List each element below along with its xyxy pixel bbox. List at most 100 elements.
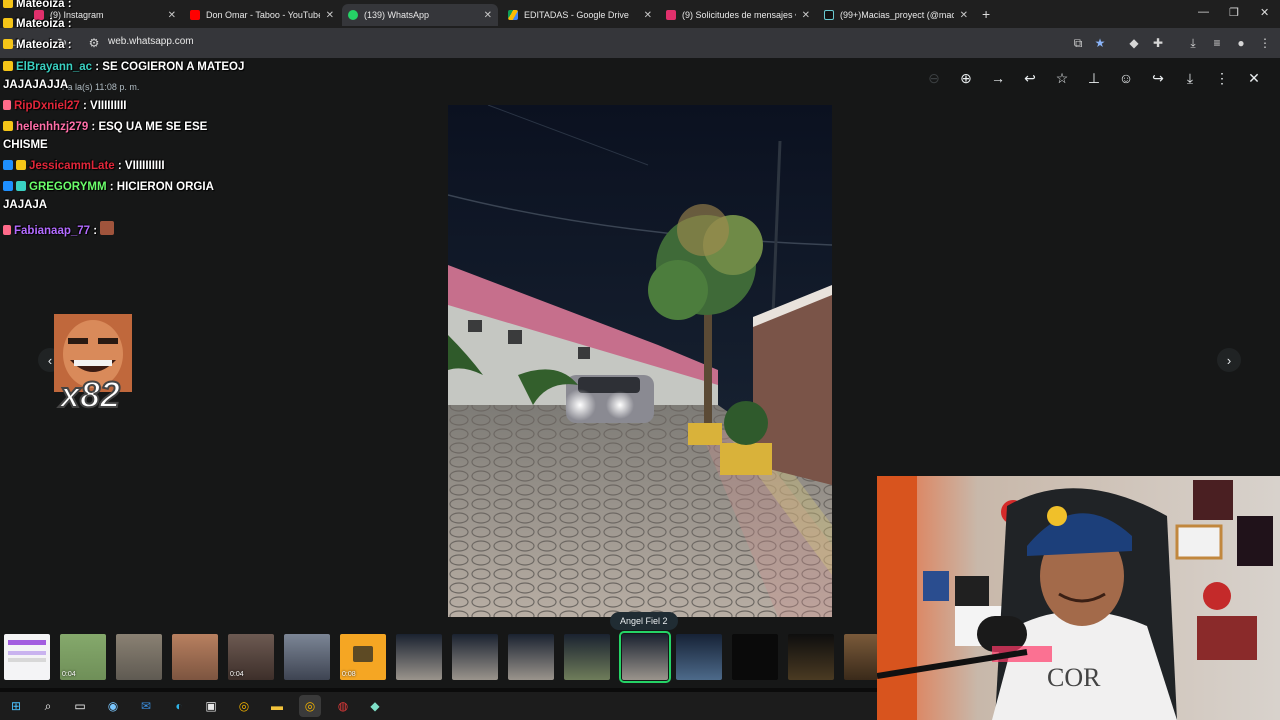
prime-badge-icon — [3, 181, 13, 191]
chat-text: : ESQ UA ME SE ESE — [91, 121, 208, 133]
minimize-button[interactable]: — — [1198, 6, 1209, 18]
react-emoji-icon[interactable]: ☺ — [1116, 68, 1136, 88]
chrome-active-icon[interactable]: ◎ — [299, 695, 321, 717]
chat-username: helenhhzj279 — [16, 121, 89, 133]
go-to-message-icon[interactable]: → — [988, 68, 1008, 88]
thumbnail-item[interactable]: 0:04 — [228, 634, 274, 680]
app-icon[interactable]: ◆ — [366, 697, 384, 715]
chat-message-continuation: JAJAJAJJA — [3, 79, 68, 91]
reading-list-icon[interactable]: ≡ — [1209, 35, 1225, 51]
thumbnail-item[interactable] — [732, 634, 778, 680]
video-duration: 0:04 — [230, 671, 244, 678]
chat-message: Mateoiza : — [3, 18, 72, 30]
tab-whatsapp[interactable]: (139) WhatsApp ✕ — [342, 4, 498, 26]
thumbnail-item[interactable] — [676, 634, 722, 680]
thumbnail-item[interactable] — [284, 634, 330, 680]
downloads-icon[interactable]: ⤓ — [1185, 35, 1201, 51]
chat-message-continuation: CHISME — [3, 139, 48, 151]
forward-icon[interactable]: ↪ — [1148, 68, 1168, 88]
tab-instagram-requests[interactable]: (9) Solicitudes de mensajes • M ✕ — [660, 4, 816, 26]
stream-chat-overlay: Mateoiza : Mateoiza : Mateoiza : ElBraya… — [0, 0, 260, 240]
next-media-button[interactable]: › — [1217, 348, 1241, 372]
thumbnail-item[interactable] — [452, 634, 498, 680]
chat-text: : — [93, 225, 98, 237]
sub-badge-icon — [16, 181, 26, 191]
chat-message: ElBrayann_ac : SE COGIERON A MATEOJ — [3, 61, 244, 73]
os-taskbar: ⊞ ⌕ ▭ ◉ ✉ ◐ ▣ ◎ ▬ ◎ ◍ ◆ — [0, 692, 877, 720]
bookmark-star-icon[interactable]: ★ — [1092, 35, 1108, 51]
tab-title: (9) Solicitudes de mensajes • M — [682, 10, 796, 20]
chat-username: Mateoiza — [16, 0, 65, 10]
thumbnail-item[interactable] — [844, 634, 878, 680]
chat-text: : — [67, 0, 72, 10]
chat-username: Fabianaap_77 — [14, 225, 91, 237]
thumbnail-item[interactable] — [4, 634, 50, 680]
edge-browser-icon[interactable]: ◐ — [170, 697, 188, 715]
search-icon[interactable]: ⌕ — [39, 697, 57, 715]
chat-message: Fabianaap_77 : — [3, 221, 117, 237]
store-icon[interactable]: ▣ — [202, 697, 220, 715]
copilot-icon[interactable]: ◉ — [104, 697, 122, 715]
chrome-icon[interactable]: ◎ — [235, 697, 253, 715]
tab-close-icon[interactable]: ✕ — [960, 10, 968, 21]
chat-message: RipDxniel27 : VIIIIIIIII — [3, 100, 126, 112]
zoom-out-icon[interactable]: ⊖ — [924, 68, 944, 88]
tab-tiktok[interactable]: (99+)Macias_proyect (@macias ✕ — [818, 4, 974, 26]
profile-icon[interactable]: ● — [1233, 35, 1249, 51]
obs-icon[interactable]: ◍ — [334, 697, 352, 715]
tab-title: (139) WhatsApp — [364, 10, 430, 20]
extension-icon[interactable]: ◆ — [1126, 35, 1142, 51]
chat-text: : VIIIIIIIIII — [117, 160, 165, 172]
google-drive-icon — [508, 10, 518, 20]
new-tab-button[interactable]: + — [982, 6, 990, 22]
mail-icon[interactable]: ✉ — [137, 697, 155, 715]
tab-google-drive[interactable]: EDITADAS - Google Drive ✕ — [502, 4, 658, 26]
zoom-in-icon[interactable]: ⊕ — [956, 68, 976, 88]
thumbnail-item[interactable] — [396, 634, 442, 680]
task-view-icon[interactable]: ▭ — [71, 697, 89, 715]
restore-button[interactable]: ❐ — [1229, 6, 1239, 19]
tab-close-icon[interactable]: ✕ — [484, 10, 492, 21]
thumbnail-item[interactable] — [564, 634, 610, 680]
thumbnail-item[interactable]: 0:08 — [340, 634, 386, 680]
chat-username: RipDxniel27 — [14, 100, 80, 112]
tab-close-icon[interactable]: ✕ — [326, 10, 334, 21]
close-window-button[interactable]: ✕ — [1260, 6, 1269, 19]
chat-message: Mateoiza : — [3, 39, 72, 51]
chat-text: : — [67, 39, 72, 51]
more-options-icon[interactable]: ⋮ — [1212, 68, 1232, 88]
night-street-photo — [448, 105, 832, 617]
file-explorer-icon[interactable]: ▬ — [268, 697, 286, 715]
chat-text: : SE COGIERON A MATEOJ — [95, 61, 245, 73]
media-caption: Angel Fiel 2 — [610, 612, 678, 630]
chat-username: GREGORYMM — [29, 181, 107, 193]
star-icon[interactable]: ☆ — [1052, 68, 1072, 88]
thumbnail-item[interactable] — [116, 634, 162, 680]
start-menu-icon[interactable]: ⊞ — [7, 697, 25, 715]
thumbnail-item[interactable] — [172, 634, 218, 680]
download-icon[interactable]: ⤓ — [1180, 68, 1200, 88]
media-photo — [448, 105, 832, 617]
webcam-feed-image: COR — [877, 476, 1280, 720]
close-viewer-icon[interactable]: ✕ — [1244, 68, 1264, 88]
svg-text:COR: COR — [1047, 663, 1101, 692]
prime-badge-icon — [3, 160, 13, 170]
install-app-icon[interactable]: ⧉ — [1070, 35, 1086, 51]
chat-username: Mateoiza — [16, 18, 65, 30]
pin-icon[interactable]: ⊥ — [1084, 68, 1104, 88]
thumbnail-item[interactable] — [508, 634, 554, 680]
crown-badge-icon — [3, 121, 13, 131]
tab-title: (99+)Macias_proyect (@macias — [840, 10, 954, 20]
thumbnail-item[interactable]: 0:04 — [60, 634, 106, 680]
thumbnail-item[interactable] — [788, 634, 834, 680]
browser-menu-icon[interactable]: ⋮ — [1257, 35, 1273, 51]
tab-close-icon[interactable]: ✕ — [644, 10, 652, 21]
tab-close-icon[interactable]: ✕ — [802, 10, 810, 21]
reply-icon[interactable]: ↩ — [1020, 68, 1040, 88]
chat-username: JessicammLate — [29, 160, 115, 172]
chat-text: : — [67, 18, 72, 30]
extensions-puzzle-icon[interactable]: ✚ — [1150, 35, 1166, 51]
emote-combo-count: x82 — [59, 373, 121, 416]
thumbnail-item-selected[interactable] — [619, 631, 671, 683]
chat-username: Mateoiza — [16, 39, 65, 51]
